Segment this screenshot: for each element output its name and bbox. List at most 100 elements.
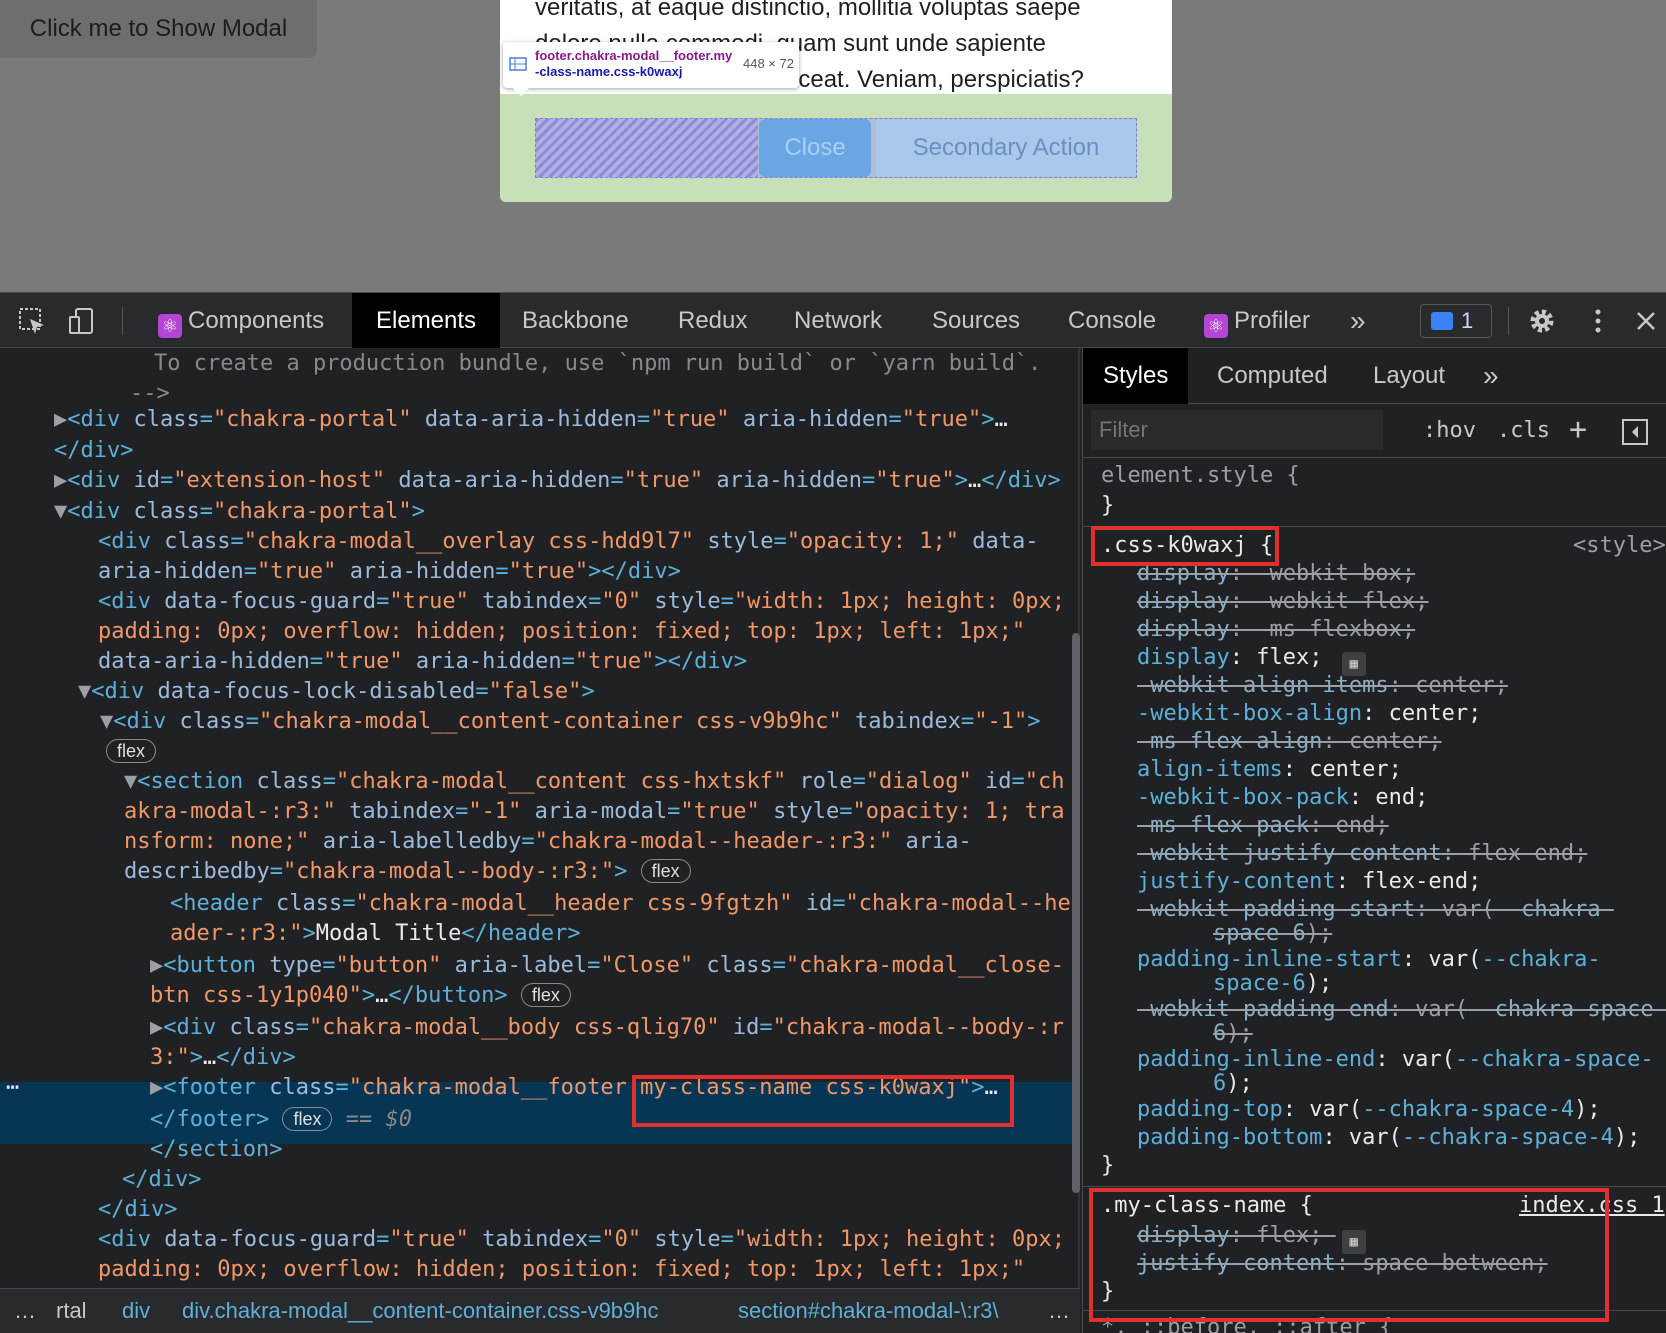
css-declaration[interactable]: display: flex; ▦ [1137,644,1366,676]
css-declaration[interactable]: -ms-flex-align: center; [1137,728,1442,756]
breadcrumb-item[interactable]: section#chakra-modal-\:r3\ [738,1289,998,1333]
css-declaration[interactable]: -webkit-align-items: center; [1137,672,1508,700]
device-toggle-icon[interactable] [66,305,98,337]
gear-icon[interactable] [1526,305,1558,337]
issues-button[interactable]: 1 [1420,304,1492,338]
css-declaration[interactable]: -webkit-padding-start: var(--chakra- [1137,896,1614,924]
dom-node[interactable]: <div class="chakra-modal__overlay css-hd… [98,526,1038,557]
dom-node: </div> [98,1197,178,1222]
css-declaration[interactable]: padding-bottom: var(--chakra-space-4); [1137,1124,1640,1152]
breadcrumb-more[interactable]: … [14,1289,36,1333]
css-declaration[interactable]: -webkit-justify-content: flex-end; [1137,840,1587,868]
dom-node: 3:">…</div> [150,1045,296,1070]
tab-components[interactable]: ⚛ Components [158,293,324,349]
more-tabs-chevron-icon[interactable]: » [1483,348,1499,404]
dom-node[interactable]: <div data-focus-guard="true" tabindex="0… [98,1224,1065,1255]
dom-node: padding: 0px; overflow: hidden; position… [98,619,1026,644]
dom-node[interactable]: ▼<div data-focus-lock-disabled="false"> [78,676,595,707]
dom-node[interactable]: ▼<section class="chakra-modal__content c… [124,766,1065,797]
react-icon: ⚛ [1204,314,1228,338]
css-declaration-cont: space-6); [1213,971,1333,996]
issues-icon [1431,312,1453,330]
css-declaration[interactable]: -webkit-box-pack: end; [1137,784,1428,812]
tooltip-selector: footer.chakra-modal__footer.my -class-nam… [535,48,735,80]
styles-filter-input[interactable] [1091,410,1383,450]
css-declaration[interactable]: display: -ms-flexbox; [1137,616,1415,644]
breadcrumb-more[interactable]: … [1048,1289,1070,1333]
css-declaration[interactable]: -ms-flex-pack: end; [1137,812,1389,840]
tab-styles[interactable]: Styles [1083,348,1189,404]
flex-container-icon [509,57,527,71]
css-declaration[interactable]: justify-content: flex-end; [1137,868,1481,896]
tab-network[interactable]: Network [794,293,882,349]
dom-node[interactable]: ▶<div id="extension-host" data-aria-hidd… [54,465,1061,496]
css-declaration-cont: space-6); [1213,921,1333,946]
dom-node[interactable]: <header class="chakra-modal__header css-… [170,888,1071,919]
tab-redux[interactable]: Redux [678,293,747,349]
kebab-menu-icon[interactable] [1582,305,1614,337]
tab-computed[interactable]: Computed [1217,348,1328,404]
flex-badge[interactable]: flex [282,1107,333,1131]
close-button[interactable]: Close [759,119,871,177]
tooltip-line1: footer.chakra-modal__footer.my [535,48,733,63]
dom-node: nsform: none;" aria-labelledby="chakra-m… [124,829,972,854]
tab-layout[interactable]: Layout [1373,348,1445,404]
devtools-toolbar: ⚛ Components Elements Backbone Redux Netw… [0,292,1666,349]
dom-node[interactable]: ▶<div class="chakra-portal" data-aria-hi… [54,404,1008,435]
breadcrumb-item[interactable]: div [122,1289,150,1333]
dom-node[interactable]: ▼<div class="chakra-modal__content-conta… [100,706,1040,737]
tooltip-dimensions: 448 × 72 [743,56,794,71]
tab-console[interactable]: Console [1068,293,1156,349]
dom-node[interactable]: ▶<button type="button" aria-label="Close… [150,950,1064,981]
scrollbar-thumb[interactable] [1072,633,1080,1193]
css-declaration[interactable]: padding-inline-start: var(--chakra- [1137,946,1601,974]
flex-badge[interactable]: flex [106,739,157,763]
tab-elements[interactable]: Elements [352,293,501,349]
toolbar-divider [1508,307,1509,335]
new-rule-plus-icon[interactable]: + [1569,412,1587,447]
cls-toggle[interactable]: .cls [1497,418,1550,443]
dom-node[interactable]: ▶<div class="chakra-modal__body css-qlig… [150,1012,1064,1043]
css-declaration[interactable]: padding-top: var(--chakra-space-4); [1137,1096,1601,1124]
css-declaration[interactable]: display: -webkit-flex; [1137,588,1428,616]
more-tabs-chevron-icon[interactable]: » [1350,293,1366,349]
show-modal-button[interactable]: Click me to Show Modal [0,0,317,58]
inspect-element-icon[interactable] [16,305,48,337]
close-icon[interactable] [1630,305,1662,337]
tab-backbone[interactable]: Backbone [522,293,629,349]
dom-tree-panel[interactable]: To create a production bundle, use `npm … [0,348,1080,1288]
tooltip-line2: -class-name.css-k0waxj [535,64,683,79]
dom-node: data-aria-hidden="true" aria-hidden="tru… [98,649,748,674]
dom-node[interactable]: ▼<div class="chakra-portal"> [54,496,425,527]
dom-comment: To create a production bundle, use `npm … [154,351,1042,376]
hov-toggle[interactable]: :hov [1423,418,1476,443]
tab-label: Profiler [1234,307,1311,334]
rule-close-brace: } [1101,493,1115,518]
tab-sources[interactable]: Sources [932,293,1020,349]
screen: Click me to Show Modal veritatis, at eaq… [0,0,1666,1333]
ellipsis-icon[interactable]: ⋯ [6,1072,19,1103]
toolbar-divider [122,307,123,335]
issues-count: 1 [1461,308,1474,333]
breadcrumb-item[interactable]: div.chakra-modal__content-container.css-… [182,1289,659,1333]
css-declaration-cont: 6); [1213,1021,1253,1046]
inspect-tooltip: footer.chakra-modal__footer.my -class-nam… [503,42,799,88]
highlight-box [632,1075,1014,1127]
modal-body-line: veritatis, at eaque distinctio, mollitia… [535,0,1081,21]
css-declaration[interactable]: -webkit-box-align: center; [1137,700,1481,728]
styles-tabbar: Styles Computed Layout » [1083,348,1666,404]
flex-badge[interactable]: flex [520,983,571,1007]
css-declaration[interactable]: align-items: center; [1137,756,1402,784]
dom-node[interactable]: <div data-focus-guard="true" tabindex="0… [98,586,1065,617]
tab-profiler[interactable]: ⚛ Profiler [1204,293,1310,349]
rule-source-link[interactable]: <style> [1573,532,1666,560]
toggle-sidebar-icon[interactable] [1621,418,1649,446]
dom-node: aria-hidden="true" aria-hidden="true"></… [98,559,681,584]
secondary-action-button[interactable]: Secondary Action [876,119,1136,177]
styles-filter-bar: :hov .cls + [1083,404,1666,458]
element-style-selector: element.style { [1101,463,1300,488]
dom-node: flex [106,736,157,767]
flex-badge[interactable]: flex [640,859,691,883]
rule-divider [1083,1186,1666,1187]
breadcrumb-item[interactable]: rtal [56,1289,87,1333]
